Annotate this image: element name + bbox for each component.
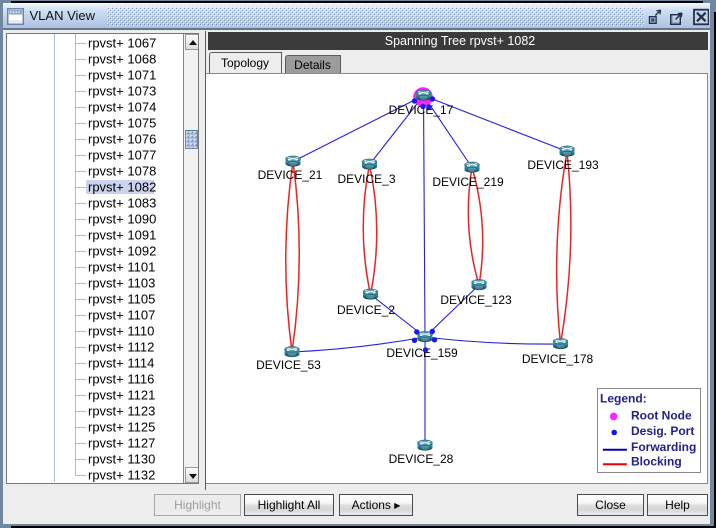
svg-text:rpvst+ 1078: rpvst+ 1078: [88, 163, 156, 178]
svg-text:rpvst+ 1112: rpvst+ 1112: [88, 339, 154, 354]
svg-text:Desig. Port: Desig. Port: [631, 424, 694, 438]
svg-text:Legend:: Legend:: [600, 392, 647, 406]
svg-text:rpvst+ 1067: rpvst+ 1067: [88, 35, 156, 50]
svg-text:rpvst+ 1116: rpvst+ 1116: [88, 371, 154, 386]
svg-text:rpvst+ 1071: rpvst+ 1071: [88, 67, 156, 82]
svg-text:DEVICE_219: DEVICE_219: [432, 175, 504, 189]
svg-text:rpvst+ 1090: rpvst+ 1090: [88, 211, 156, 226]
svg-text:DEVICE_28: DEVICE_28: [389, 452, 454, 466]
svg-text:rpvst+ 1103: rpvst+ 1103: [88, 275, 155, 290]
svg-text:DEVICE_21: DEVICE_21: [258, 168, 323, 182]
svg-text:DEVICE_178: DEVICE_178: [522, 352, 594, 366]
svg-text:rpvst+ 1074: rpvst+ 1074: [88, 99, 156, 114]
svg-text:DEVICE_123: DEVICE_123: [440, 293, 512, 307]
svg-text:rpvst+ 1114: rpvst+ 1114: [88, 355, 154, 370]
svg-text:rpvst+ 1091: rpvst+ 1091: [88, 227, 156, 242]
svg-text:rpvst+ 1132: rpvst+ 1132: [88, 467, 155, 482]
svg-text:DEVICE_53: DEVICE_53: [256, 358, 321, 372]
svg-text:rpvst+ 1101: rpvst+ 1101: [88, 259, 155, 274]
svg-text:rpvst+ 1077: rpvst+ 1077: [88, 147, 156, 162]
svg-text:DEVICE_193: DEVICE_193: [527, 158, 599, 172]
svg-text:DEVICE_159: DEVICE_159: [386, 346, 458, 360]
svg-text:rpvst+ 1073: rpvst+ 1073: [88, 83, 156, 98]
svg-text:rpvst+ 1076: rpvst+ 1076: [88, 131, 156, 146]
svg-text:rpvst+ 1105: rpvst+ 1105: [88, 291, 155, 306]
svg-text:DEVICE_3: DEVICE_3: [337, 172, 395, 186]
svg-text:rpvst+ 1075: rpvst+ 1075: [88, 115, 156, 130]
svg-text:Blocking: Blocking: [631, 455, 682, 469]
svg-text:rpvst+ 1068: rpvst+ 1068: [88, 51, 156, 66]
svg-text:rpvst+ 1092: rpvst+ 1092: [88, 243, 156, 258]
svg-text:rpvst+ 1125: rpvst+ 1125: [88, 419, 155, 434]
svg-text:Forwarding: Forwarding: [631, 440, 696, 454]
svg-text:rpvst+ 1110: rpvst+ 1110: [88, 323, 154, 338]
svg-text:rpvst+ 1130: rpvst+ 1130: [88, 451, 155, 466]
svg-text:DEVICE_2: DEVICE_2: [337, 303, 395, 317]
svg-text:Root Node: Root Node: [631, 408, 692, 422]
svg-text:rpvst+ 1082: rpvst+ 1082: [88, 179, 156, 194]
svg-text:rpvst+ 1121: rpvst+ 1121: [88, 387, 155, 402]
svg-text:rpvst+ 1123: rpvst+ 1123: [88, 403, 155, 418]
svg-text:rpvst+ 1107: rpvst+ 1107: [88, 307, 155, 322]
svg-text:rpvst+ 1127: rpvst+ 1127: [88, 435, 155, 450]
svg-text:rpvst+ 1083: rpvst+ 1083: [88, 195, 156, 210]
